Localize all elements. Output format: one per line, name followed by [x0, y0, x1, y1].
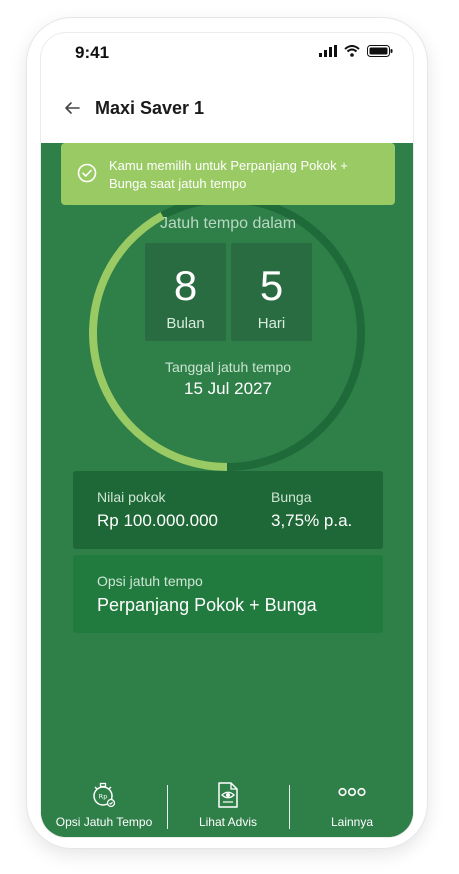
nav-view-advice-label: Lihat Advis: [198, 815, 258, 829]
maturity-in-label: Jatuh tempo dalam: [159, 215, 297, 232]
days-box: 5 Hari: [231, 243, 312, 341]
status-icons: [319, 45, 393, 57]
stopwatch-rp-icon: Rp: [93, 782, 116, 808]
maturity-option-banner: Kamu memilih untuk Perpanjang Pokok + Bu…: [61, 143, 395, 205]
more-dots-icon: [338, 787, 366, 797]
nav-maturity-option-label: Opsi Jatuh Tempo: [55, 815, 153, 829]
maturity-progress-ring: [89, 195, 365, 471]
bottom-action-bar: Rp Opsi Jatuh Tempo Lihat Advis Lainnya: [41, 775, 413, 837]
status-bar: 9:41: [41, 33, 413, 73]
page-title: Maxi Saver 1: [95, 98, 205, 118]
svg-text:Rp: Rp: [99, 793, 108, 801]
due-date-value: 15 Jul 2027: [184, 379, 272, 398]
deposit-summary-card: Nilai pokok Rp 100.000.000 Bunga 3,75% p…: [73, 471, 383, 549]
check-circle-icon: [77, 163, 97, 183]
banner-text: Kamu memilih untuk Perpanjang Pokok + Bu…: [109, 158, 348, 191]
nav-more-label: Lainnya: [330, 815, 374, 829]
deposit-detail: Kamu memilih untuk Perpanjang Pokok + Bu…: [41, 143, 413, 837]
nav-view-advice[interactable]: Lihat Advis: [167, 775, 289, 837]
months-unit: Bulan: [166, 315, 205, 332]
nav-maturity-option[interactable]: Rp Opsi Jatuh Tempo: [41, 775, 167, 837]
nav-more[interactable]: Lainnya: [289, 775, 413, 837]
app-screen: 9:41 Maxi Saver 1 Kamu memilih untuk Per…: [40, 32, 414, 838]
battery-icon: [367, 45, 393, 57]
days-value: 5: [259, 262, 284, 309]
months-box: 8 Bulan: [145, 243, 226, 341]
due-date-label: Tanggal jatuh tempo: [164, 359, 292, 375]
wifi-icon: [344, 45, 360, 57]
principal-label: Nilai pokok: [97, 489, 166, 505]
header-bar: Maxi Saver 1: [41, 73, 413, 143]
months-value: 8: [173, 262, 198, 309]
status-time: 9:41: [75, 43, 110, 62]
option-value: Perpanjang Pokok + Bunga: [97, 595, 317, 615]
maturity-option-card[interactable]: Opsi jatuh tempo Perpanjang Pokok + Bung…: [73, 555, 383, 633]
interest-label: Bunga: [271, 489, 312, 505]
back-arrow-icon[interactable]: [61, 97, 83, 119]
principal-value: Rp 100.000.000: [97, 511, 218, 530]
signal-icon: [319, 45, 337, 57]
document-eye-icon: [218, 782, 238, 808]
option-label: Opsi jatuh tempo: [97, 573, 203, 589]
days-unit: Hari: [257, 315, 286, 332]
interest-value: 3,75% p.a.: [271, 511, 353, 530]
